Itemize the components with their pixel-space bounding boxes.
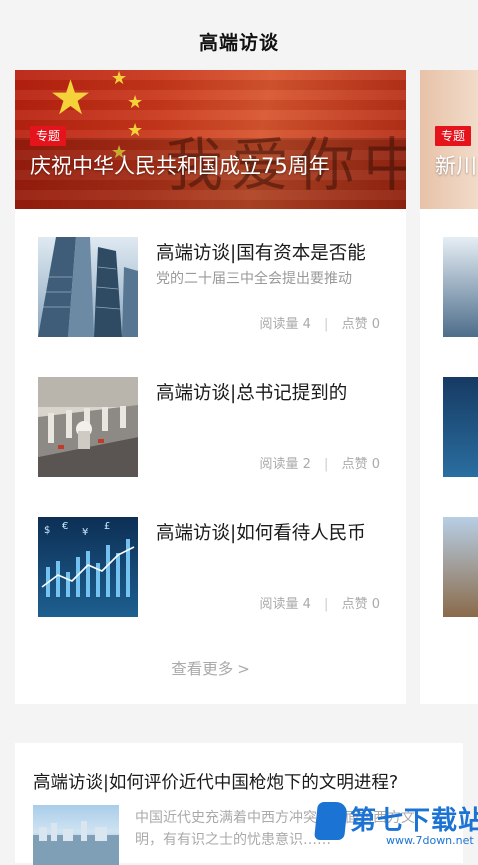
svg-text:$: $ bbox=[44, 525, 50, 536]
like-count: 0 bbox=[371, 317, 380, 332]
article-stats: 阅读量 4 | 点赞 0 bbox=[259, 593, 380, 612]
featured-topic-card[interactable]: ★ ★ ★ ★ ★ 我爱你中国 专题 庆祝中华人民共和国成立75周年 bbox=[15, 70, 406, 704]
currency-chart-photo-icon: $ € ¥ £ bbox=[38, 517, 138, 617]
article-title: 高端访谈|如何看待人民币 bbox=[156, 523, 366, 544]
read-count: 2 bbox=[302, 457, 311, 472]
topic-badge: 专题 bbox=[435, 126, 472, 146]
see-more-label: 查看更多 bbox=[171, 660, 234, 678]
watermark-url: www.7down.net bbox=[386, 834, 474, 847]
skyscraper-photo-icon bbox=[38, 237, 138, 337]
site-watermark: 第七下载站 www.7down.net bbox=[314, 798, 478, 850]
article-item[interactable]: 高端访谈|国有资本是否能 党的二十届三中全会提出要推动 阅读量 4 | 点赞 0 bbox=[15, 237, 406, 337]
article-title: 高端访谈|如何评价近代中国枪炮下的文明进程? bbox=[33, 773, 399, 793]
svg-text:€: € bbox=[62, 521, 68, 532]
city-skyline-photo-icon bbox=[33, 821, 119, 865]
factory-robot-photo-icon bbox=[38, 377, 138, 477]
like-count: 0 bbox=[371, 597, 380, 612]
article-stats: 阅读量 4 | 点赞 0 bbox=[259, 313, 380, 332]
topic-title: 新川 bbox=[435, 154, 477, 178]
article-summary: 党的二十届三中全会提出要推动 bbox=[156, 271, 352, 287]
flag-star-icon: ★ bbox=[49, 70, 93, 126]
topic-title: 庆祝中华人民共和国成立75周年 bbox=[30, 154, 330, 178]
article-stats: 阅读量 2 | 点赞 0 bbox=[259, 453, 380, 472]
like-count: 0 bbox=[371, 457, 380, 472]
article-thumbnail bbox=[443, 517, 478, 617]
article-thumbnail: $ € ¥ £ bbox=[38, 517, 138, 617]
topic-banner[interactable]: 专题 新川 bbox=[420, 70, 478, 209]
stats-divider: | bbox=[324, 597, 329, 612]
stats-divider: | bbox=[324, 457, 329, 472]
like-count-label: 点赞 bbox=[341, 457, 368, 472]
article-item[interactable]: 高端访谈|总书记提到的 阅读量 2 | 点赞 0 bbox=[15, 377, 406, 477]
read-count-label: 阅读量 bbox=[259, 597, 299, 612]
read-count-label: 阅读量 bbox=[259, 457, 299, 472]
flag-star-icon: ★ bbox=[111, 70, 128, 89]
chevron-right-icon: > bbox=[237, 660, 250, 678]
watermark-text: 第七下载站 bbox=[350, 806, 478, 836]
article-thumbnail bbox=[38, 377, 138, 477]
page-title: 高端访谈 bbox=[198, 32, 279, 54]
flag-star-icon: ★ bbox=[127, 92, 144, 113]
read-count-label: 阅读量 bbox=[259, 317, 299, 332]
like-count-label: 点赞 bbox=[341, 317, 368, 332]
topic-badge: 专题 bbox=[30, 126, 67, 146]
svg-text:¥: ¥ bbox=[82, 527, 88, 538]
read-count: 4 bbox=[302, 597, 311, 612]
read-count: 4 bbox=[302, 317, 311, 332]
article-thumbnail bbox=[33, 805, 119, 865]
see-more-button[interactable]: 查看更多 > bbox=[15, 657, 406, 679]
article-thumbnail bbox=[443, 237, 478, 337]
article-item[interactable]: $ € ¥ £ 高端访谈|如何看待人民币 阅读量 4 | 点赞 0 bbox=[15, 517, 406, 617]
like-count-label: 点赞 bbox=[341, 597, 368, 612]
article-thumbnail bbox=[38, 237, 138, 337]
topic-banner[interactable]: ★ ★ ★ ★ ★ 我爱你中国 专题 庆祝中华人民共和国成立75周年 bbox=[15, 70, 406, 209]
next-topic-card[interactable]: 专题 新川 bbox=[420, 70, 478, 704]
article-thumbnail bbox=[443, 377, 478, 477]
stats-divider: | bbox=[324, 317, 329, 332]
article-title: 高端访谈|总书记提到的 bbox=[156, 383, 348, 404]
article-title: 高端访谈|国有资本是否能 bbox=[156, 243, 366, 264]
watermark-logo-icon bbox=[314, 802, 348, 840]
svg-text:£: £ bbox=[104, 521, 110, 532]
